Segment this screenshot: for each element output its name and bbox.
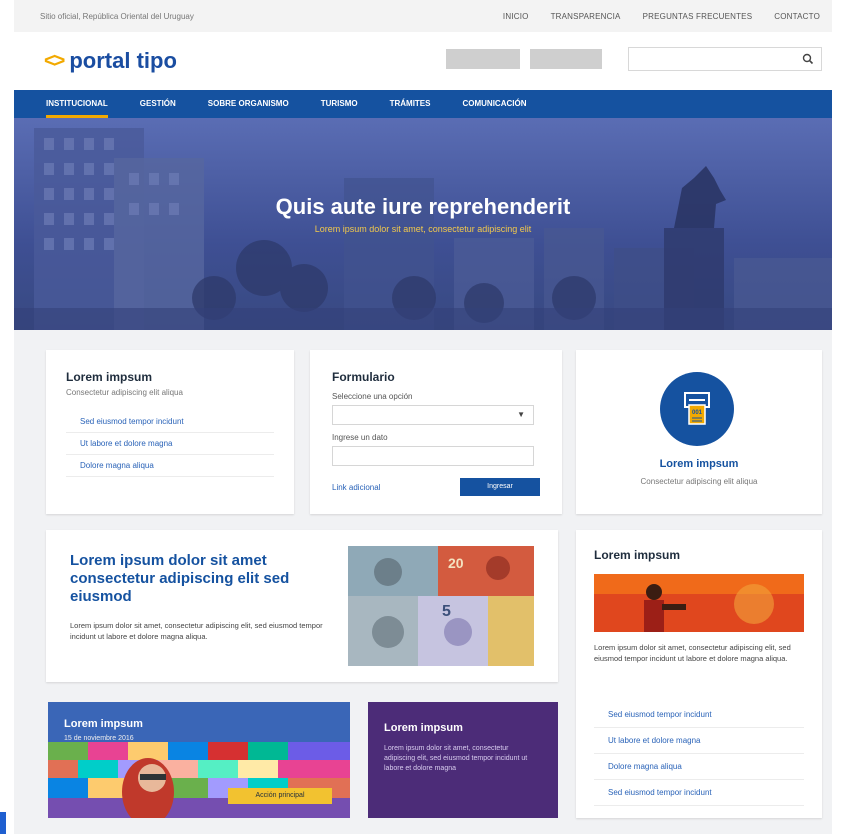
search-icon[interactable] <box>801 51 815 72</box>
list-item-link[interactable]: Sed eiusmod tempor incidunt <box>594 780 804 806</box>
banknotes-image: 20 5 <box>348 546 534 666</box>
option-select[interactable]: ▼ <box>332 405 534 425</box>
icon-card-subtitle: Consectetur adipiscing elit aliqua <box>640 477 758 486</box>
logo-text: portal tipo <box>69 48 177 73</box>
feature-card-body: Lorem ipsum dolor sit amet, consectetur … <box>70 621 323 641</box>
side-card: Lorem impsum Lorem ipsum dolor sit amet,… <box>576 530 822 818</box>
nav-item-comunicacion[interactable]: COMUNICACIÓN <box>462 90 526 118</box>
site-header: <> portal tipo <box>14 32 832 90</box>
feature-card: Lorem ipsum dolor sit amet consectetur a… <box>46 530 558 682</box>
links-card: Lorem impsum Consectetur adipiscing elit… <box>46 350 294 514</box>
top-utility-bar: Sitio oficial, República Oriental del Ur… <box>14 0 832 32</box>
ticket-machine-icon-circle: 001 <box>660 372 734 446</box>
nav-item-tramites[interactable]: TRÁMITES <box>390 90 431 118</box>
list-item-link[interactable]: Dolore magna aliqua <box>66 455 274 477</box>
input-label: Ingrese un dato <box>332 433 388 442</box>
purple-card-body: Lorem ipsum dolor sit amet, consectetur … <box>384 745 528 772</box>
header-placeholder-button-2[interactable] <box>530 49 602 69</box>
banknote-number-20: 20 <box>448 555 464 571</box>
top-link-inicio[interactable]: INICIO <box>503 12 529 21</box>
main-nav: INSTITUCIONAL GESTIÓN SOBRE ORGANISMO TU… <box>14 90 832 118</box>
nav-item-turismo[interactable]: TURISMO <box>321 90 358 118</box>
nav-item-institucional[interactable]: INSTITUCIONAL <box>46 90 108 118</box>
top-link-transparencia[interactable]: TRANSPARENCIA <box>551 12 621 21</box>
purple-card[interactable]: Lorem impsum Lorem ipsum dolor sit amet,… <box>368 702 558 818</box>
search-input[interactable] <box>629 48 799 70</box>
side-card-body: Lorem ipsum dolor sit amet, consectetur … <box>594 643 791 663</box>
feature-card-title[interactable]: Lorem ipsum dolor sit amet consectetur a… <box>70 552 330 606</box>
icon-ticket-number: 001 <box>692 410 703 416</box>
list-item-link[interactable]: Ut labore et dolore magna <box>594 728 804 754</box>
nav-item-gestion[interactable]: GESTIÓN <box>140 90 176 118</box>
list-item-link[interactable]: Sed eiusmod tempor incidunt <box>594 702 804 728</box>
form-card: Formulario Seleccione una opción ▼ Ingre… <box>310 350 562 514</box>
performer-image <box>594 574 804 632</box>
list-item-link[interactable]: Sed eiusmod tempor incidunt <box>66 411 274 433</box>
banknote-number-5: 5 <box>442 603 451 620</box>
corner-accent <box>0 812 6 834</box>
list-item-link[interactable]: Ut labore et dolore magna <box>66 433 274 455</box>
links-card-subtitle: Consectetur adipiscing elit aliqua <box>66 388 183 397</box>
hero-title: Quis aute iure reprehenderit <box>275 194 571 219</box>
promo-card: Lorem impsum 15 de noviembre 2016 Acción… <box>48 702 350 818</box>
side-card-links: Sed eiusmod tempor incidunt Ut labore et… <box>594 702 804 806</box>
promo-card-title: Lorem impsum <box>64 718 143 730</box>
side-card-title: Lorem impsum <box>594 548 681 562</box>
nav-item-sobre-organismo[interactable]: SOBRE ORGANISMO <box>208 90 289 118</box>
promo-card-date: 15 de noviembre 2016 <box>64 735 134 742</box>
icon-card[interactable]: 001 Lorem impsum Consectetur adipiscing … <box>576 350 822 514</box>
official-site-label: Sitio oficial, República Oriental del Ur… <box>40 12 194 21</box>
links-card-list: Sed eiusmod tempor incidunt Ut labore et… <box>66 411 274 477</box>
purple-card-title: Lorem impsum <box>384 722 463 734</box>
form-actions: Link adicional Ingresar <box>332 478 540 496</box>
extra-link[interactable]: Link adicional <box>332 483 380 492</box>
data-input[interactable] <box>332 446 534 466</box>
search-box <box>628 47 822 71</box>
ticket-machine-icon: 001 <box>684 392 710 425</box>
primary-action-button[interactable]: Acción principal <box>228 788 332 804</box>
hero-subtitle: Lorem ipsum dolor sit amet, consectetur … <box>314 224 532 234</box>
list-item-link[interactable]: Dolore magna aliqua <box>594 754 804 780</box>
links-card-title: Lorem impsum <box>66 370 153 384</box>
select-label: Seleccione una opción <box>332 392 413 401</box>
top-links: INICIO TRANSPARENCIA PREGUNTAS FRECUENTE… <box>503 12 820 21</box>
logo-mark: <> <box>44 49 65 72</box>
header-placeholder-button-1[interactable] <box>446 49 520 69</box>
submit-button[interactable]: Ingresar <box>460 478 540 496</box>
icon-card-title: Lorem impsum <box>659 458 739 470</box>
top-link-contacto[interactable]: CONTACTO <box>774 12 820 21</box>
page: Sitio oficial, República Oriental del Ur… <box>14 0 832 834</box>
top-link-preguntas[interactable]: PREGUNTAS FRECUENTES <box>643 12 753 21</box>
chevron-down-icon: ▼ <box>517 410 525 419</box>
form-card-title: Formulario <box>332 370 395 384</box>
hero-banner: Quis aute iure reprehenderit Lorem ipsum… <box>14 118 832 330</box>
site-logo[interactable]: <> portal tipo <box>44 48 177 74</box>
